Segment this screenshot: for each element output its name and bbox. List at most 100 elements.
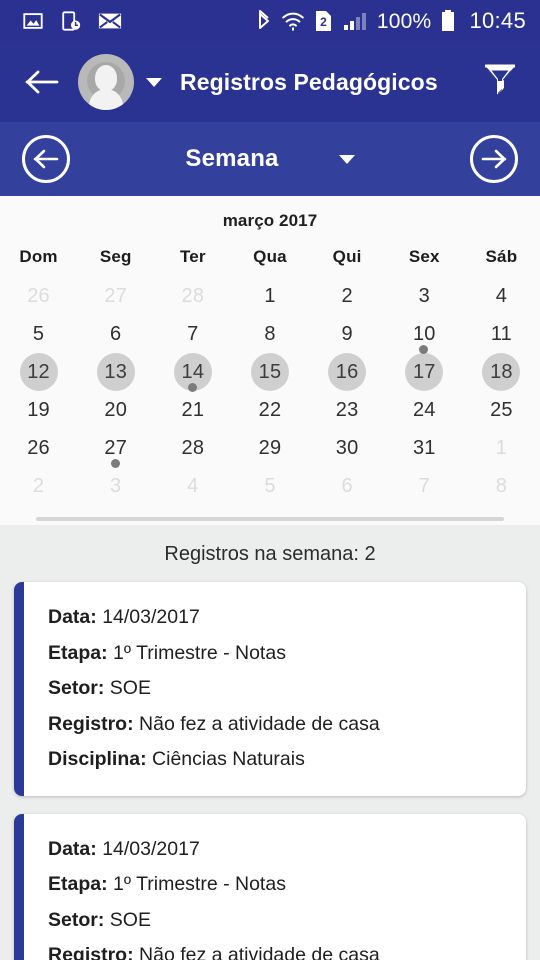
previous-period-button[interactable]: [22, 135, 70, 183]
calendar-day-cell[interactable]: 11: [463, 315, 540, 353]
calendar-day-number[interactable]: 26: [20, 429, 58, 467]
calendar-day-number[interactable]: 21: [174, 391, 212, 429]
calendar-day-number[interactable]: 12: [19, 353, 58, 391]
calendar-day-number[interactable]: 29: [251, 429, 289, 467]
record-field-setor: Setor: SOE: [48, 903, 504, 939]
calendar-day-number[interactable]: 4: [482, 277, 520, 315]
calendar-drag-handle[interactable]: [36, 517, 504, 521]
calendar-day-number[interactable]: 23: [328, 391, 366, 429]
calendar-day-number[interactable]: 6: [97, 315, 135, 353]
calendar-day-number[interactable]: 2: [328, 277, 366, 315]
calendar-day-number[interactable]: 3: [405, 277, 443, 315]
calendar-day-number[interactable]: 2: [20, 467, 58, 505]
calendar-resize-handle-area[interactable]: [0, 509, 540, 525]
calendar-day-number[interactable]: 26: [20, 277, 58, 315]
calendar-day-number[interactable]: 20: [97, 391, 135, 429]
calendar-day-cell[interactable]: 30: [309, 429, 386, 467]
calendar-day-cell[interactable]: 22: [231, 391, 308, 429]
record-field-registro: Registro: Não fez a atividade de casa: [48, 938, 504, 960]
calendar-day-cell[interactable]: 31: [386, 429, 463, 467]
calendar-day-number[interactable]: 15: [250, 353, 289, 391]
calendar-day-cell[interactable]: 4: [154, 467, 231, 505]
calendar-day-cell[interactable]: 5: [231, 467, 308, 505]
chevron-down-icon[interactable]: [338, 154, 355, 164]
calendar-day-number[interactable]: 17: [405, 353, 444, 391]
calendar-day-cell[interactable]: 9: [309, 315, 386, 353]
calendar-day-cell[interactable]: 23: [309, 391, 386, 429]
calendar-day-cell[interactable]: 8: [463, 467, 540, 505]
avatar[interactable]: [78, 54, 134, 110]
calendar-day-cell[interactable]: 7: [386, 467, 463, 505]
calendar-day-number[interactable]: 8: [251, 315, 289, 353]
calendar-day-cell[interactable]: 27: [77, 277, 154, 315]
calendar-day-cell[interactable]: 10: [386, 315, 463, 354]
calendar-day-cell[interactable]: 14: [154, 353, 231, 392]
calendar-day-cell[interactable]: 26: [0, 429, 77, 467]
calendar-day-number[interactable]: 7: [174, 315, 212, 353]
calendar-day-cell[interactable]: 29: [231, 429, 308, 467]
calendar[interactable]: março 2017 Dom Seg Ter Qua Qui Sex Sáb 26 27 28 1…: [0, 196, 540, 509]
calendar-day-cell[interactable]: 26: [0, 277, 77, 315]
calendar-day-cell[interactable]: 19: [0, 391, 77, 429]
calendar-day-cell[interactable]: 25: [463, 391, 540, 429]
calendar-day-cell[interactable]: 12: [0, 353, 77, 391]
calendar-day-number[interactable]: 28: [174, 429, 212, 467]
calendar-day-number[interactable]: 5: [251, 467, 289, 505]
record-card[interactable]: Data: 14/03/2017 Etapa: 1º Trimestre - No…: [14, 582, 526, 796]
calendar-day-cell[interactable]: 18: [463, 353, 540, 391]
calendar-day-cell[interactable]: 17: [386, 353, 463, 391]
calendar-day-cell[interactable]: 7: [154, 315, 231, 353]
calendar-day-number[interactable]: 28: [174, 277, 212, 315]
calendar-day-cell[interactable]: 27: [77, 429, 154, 468]
calendar-day-cell[interactable]: 6: [77, 315, 154, 353]
calendar-day-cell[interactable]: 1: [463, 429, 540, 467]
calendar-day-cell[interactable]: 3: [77, 467, 154, 505]
calendar-day-number[interactable]: 5: [20, 315, 58, 353]
calendar-day-cell[interactable]: 21: [154, 391, 231, 429]
calendar-day-number[interactable]: 25: [482, 391, 520, 429]
calendar-day-number[interactable]: 3: [97, 467, 135, 505]
calendar-grid[interactable]: 26 27 28 1 2 3 4 5 6 7 8 9 10 11 12 13 14 15 16 17 18 19 20 21 2…: [0, 277, 540, 505]
calendar-day-number[interactable]: 9: [328, 315, 366, 353]
calendar-day-cell[interactable]: 2: [309, 277, 386, 315]
calendar-day-cell[interactable]: 16: [309, 353, 386, 391]
calendar-day-cell[interactable]: 24: [386, 391, 463, 429]
calendar-day-number[interactable]: 1: [482, 429, 520, 467]
calendar-day-number[interactable]: 16: [328, 353, 367, 391]
calendar-day-number[interactable]: 13: [96, 353, 135, 391]
calendar-day-number[interactable]: 7: [405, 467, 443, 505]
calendar-day-cell[interactable]: 15: [231, 353, 308, 391]
calendar-day-number[interactable]: 30: [328, 429, 366, 467]
period-dropdown[interactable]: Semana: [70, 145, 470, 173]
calendar-weekday-label: Sex: [408, 247, 440, 266]
calendar-day-cell[interactable]: 2: [0, 467, 77, 505]
filter-button[interactable]: [476, 58, 524, 106]
next-period-button[interactable]: [470, 135, 518, 183]
calendar-day-number[interactable]: 22: [251, 391, 289, 429]
calendar-day-number[interactable]: 27: [97, 277, 135, 315]
back-button[interactable]: [22, 62, 62, 102]
calendar-day-cell[interactable]: 13: [77, 353, 154, 391]
calendar-day-cell[interactable]: 28: [154, 277, 231, 315]
calendar-day-number[interactable]: 8: [482, 467, 520, 505]
calendar-day-number[interactable]: 4: [174, 467, 212, 505]
calendar-day-cell[interactable]: 8: [231, 315, 308, 353]
calendar-day-cell[interactable]: 20: [77, 391, 154, 429]
calendar-day-cell[interactable]: 1: [231, 277, 308, 315]
calendar-day-cell[interactable]: 28: [154, 429, 231, 467]
calendar-day-number[interactable]: 11: [482, 315, 520, 353]
calendar-day-number[interactable]: 18: [482, 353, 521, 391]
record-card[interactable]: Data: 14/03/2017 Etapa: 1º Trimestre - No…: [14, 813, 526, 960]
calendar-day-cell[interactable]: 6: [309, 467, 386, 505]
calendar-day-cell[interactable]: 4: [463, 277, 540, 315]
record-field-value: 1º Trimestre - Notas: [113, 873, 286, 895]
calendar-day-number[interactable]: 31: [405, 429, 443, 467]
calendar-day-cell[interactable]: 3: [386, 277, 463, 315]
chevron-down-icon[interactable]: [146, 77, 162, 87]
record-list[interactable]: Data: 14/03/2017 Etapa: 1º Trimestre - No…: [0, 582, 540, 960]
calendar-day-number[interactable]: 1: [251, 277, 289, 315]
calendar-day-cell[interactable]: 5: [0, 315, 77, 353]
calendar-day-number[interactable]: 6: [328, 467, 366, 505]
calendar-day-number[interactable]: 24: [405, 391, 443, 429]
calendar-day-number[interactable]: 19: [20, 391, 58, 429]
